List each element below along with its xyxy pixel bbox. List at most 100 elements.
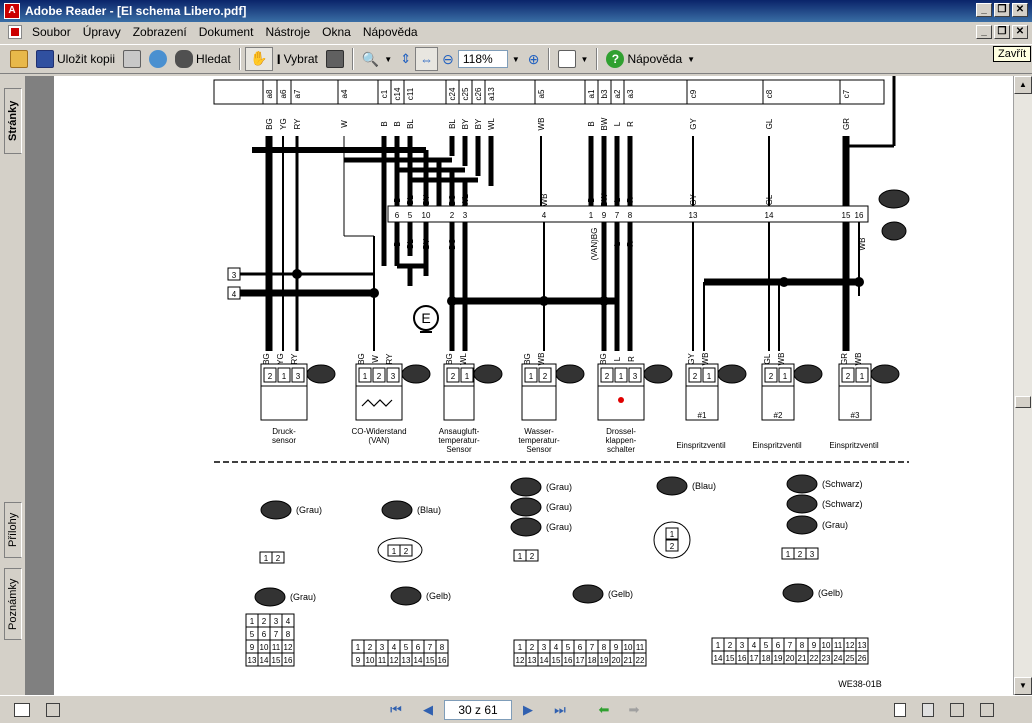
chevron-down-icon: ▼ bbox=[687, 54, 696, 64]
page-layout-icon[interactable] bbox=[14, 702, 30, 717]
document-view[interactable]: a8 BG a6 YG a7 RY a4 Wc1 Bc14 Bc11 BL c24 BL c25 BY c26… bbox=[26, 76, 1013, 695]
junction-dot bbox=[264, 288, 274, 298]
navigation-pane: Stránky Přílohy Poznámky bbox=[0, 76, 26, 695]
sensor-wire-label: GL bbox=[763, 353, 772, 364]
plug-pin-number: 1 bbox=[282, 372, 287, 381]
first-page-icon: ⏮ bbox=[390, 701, 402, 717]
continuous-view-icon[interactable] bbox=[922, 702, 934, 717]
connector-code-blob bbox=[786, 515, 818, 535]
sensor-name: Wasser- bbox=[524, 427, 554, 436]
zoom-in-tool-button[interactable]: 🔍 ▼ bbox=[358, 47, 396, 71]
mid-wire-label: BG bbox=[448, 238, 457, 250]
junction-dot bbox=[292, 269, 302, 279]
sensor-wire-label: RY bbox=[385, 353, 394, 365]
restore-button[interactable]: ❐ bbox=[994, 3, 1010, 17]
snapshot-button[interactable] bbox=[322, 47, 348, 71]
save-copy-button[interactable]: Uložit kopii bbox=[32, 47, 119, 71]
wire-color-label: R bbox=[626, 121, 635, 127]
pin-number: 10 bbox=[260, 643, 269, 652]
pin-number: 2 bbox=[798, 550, 803, 559]
scroll-down-button[interactable]: ▼ bbox=[1014, 677, 1032, 695]
single-page-view-icon[interactable] bbox=[894, 702, 906, 717]
status-bar: ⏮ ◀ 30 z 61 ▶ ⏭ ⬅ ➡ bbox=[0, 695, 1032, 723]
scroll-thumb[interactable] bbox=[1015, 396, 1031, 408]
ecu-pin-label: a1 bbox=[587, 89, 596, 98]
select-tool-button[interactable]: I Vybrat bbox=[273, 47, 322, 71]
last-page-button[interactable]: ⏭ bbox=[550, 700, 570, 720]
tab-comments[interactable]: Poznámky bbox=[4, 568, 22, 640]
connector-code-blob bbox=[717, 364, 747, 384]
zoom-out-button[interactable]: ⊖ bbox=[438, 47, 458, 71]
connector-color-label: (Grau) bbox=[822, 520, 848, 530]
pin-number: 20 bbox=[612, 656, 621, 665]
pin-number: 17 bbox=[750, 654, 759, 663]
pin-number: 6 bbox=[776, 641, 781, 650]
first-page-button[interactable]: ⏮ bbox=[386, 700, 406, 720]
sensor-name: schalter bbox=[607, 445, 635, 454]
pin-number: 13 bbox=[248, 656, 257, 665]
junction-dot bbox=[369, 288, 379, 298]
doc-minimize-button[interactable]: _ bbox=[976, 25, 992, 39]
menu-napoveda[interactable]: Nápověda bbox=[357, 25, 424, 39]
menu-nastroje[interactable]: Nástroje bbox=[259, 25, 316, 39]
sensor-name: Sensor bbox=[526, 445, 552, 454]
plug-pin-number: 2 bbox=[451, 372, 456, 381]
close-window-button[interactable]: ✕ bbox=[1012, 3, 1028, 17]
pin-number: 9 bbox=[614, 643, 619, 652]
options-icon[interactable] bbox=[46, 702, 60, 717]
pin-number: 2 bbox=[404, 547, 409, 556]
menu-soubor[interactable]: Soubor bbox=[26, 25, 77, 39]
junction-dot bbox=[539, 296, 549, 306]
tab-pages[interactable]: Stránky bbox=[4, 88, 22, 154]
zoom-input[interactable]: 118% bbox=[457, 50, 508, 68]
actual-size-button[interactable]: ⇕ bbox=[396, 47, 415, 71]
pin-number: 9 bbox=[812, 641, 817, 650]
connector-wire-label: GL bbox=[765, 194, 774, 205]
tab-attachments[interactable]: Přílohy bbox=[4, 502, 22, 558]
ecu-pin-label: c7 bbox=[842, 89, 851, 98]
zoom-in-button[interactable]: ⊕ bbox=[524, 47, 544, 71]
sensor-wire-label: BG bbox=[262, 353, 271, 365]
continuous-facing-view-icon[interactable] bbox=[980, 702, 994, 717]
facing-view-icon[interactable] bbox=[950, 702, 964, 717]
fit-width-button[interactable]: ⇔ bbox=[415, 47, 439, 71]
ecu-pin-label: c14 bbox=[393, 87, 402, 100]
email-button[interactable] bbox=[145, 47, 171, 71]
open-button[interactable] bbox=[6, 47, 32, 71]
find-button[interactable]: Hledat bbox=[171, 47, 235, 71]
menu-upravy[interactable]: Úpravy bbox=[77, 25, 127, 39]
page-number-input[interactable]: 30 z 61 bbox=[444, 699, 512, 720]
pin-number: 5 bbox=[566, 643, 571, 652]
go-forward-button[interactable]: ➡ bbox=[624, 700, 644, 720]
pin-number: 2 bbox=[368, 643, 373, 652]
pin-number: 2 bbox=[276, 554, 281, 563]
hand-tool-button[interactable]: ✋ bbox=[244, 47, 273, 71]
text-cursor-icon: I bbox=[276, 51, 281, 67]
print-button[interactable] bbox=[119, 47, 145, 71]
rotate-button[interactable]: ▼ bbox=[554, 47, 593, 71]
doc-restore-button[interactable]: ❐ bbox=[994, 25, 1010, 39]
plug-pin-number: 1 bbox=[707, 372, 712, 381]
pin-number: 22 bbox=[810, 654, 819, 663]
vertical-scrollbar[interactable]: ▲ ▼ bbox=[1013, 76, 1032, 695]
menu-okna[interactable]: Okna bbox=[316, 25, 357, 39]
connector-pin-number: 8 bbox=[628, 211, 633, 220]
menu-zobrazeni[interactable]: Zobrazení bbox=[127, 25, 193, 39]
ecu-pin-label: c11 bbox=[406, 87, 415, 100]
menu-dokument[interactable]: Dokument bbox=[193, 25, 260, 39]
plug-pin-number: 1 bbox=[465, 372, 470, 381]
previous-page-button[interactable]: ◀ bbox=[418, 700, 438, 720]
junction-dot bbox=[447, 296, 457, 306]
wire-color-label: BG bbox=[265, 118, 274, 130]
help-button[interactable]: ? Nápověda ▼ bbox=[602, 47, 699, 71]
doc-close-button[interactable]: ✕ bbox=[1012, 25, 1028, 39]
go-back-button[interactable]: ⬅ bbox=[594, 700, 614, 720]
next-page-button[interactable]: ▶ bbox=[518, 700, 538, 720]
scroll-up-button[interactable]: ▲ bbox=[1014, 76, 1032, 94]
back-arrow-icon: ⬅ bbox=[598, 701, 610, 717]
plug-pin-number: 2 bbox=[769, 372, 774, 381]
pin-number: 14 bbox=[714, 654, 723, 663]
document-icon[interactable] bbox=[8, 25, 22, 39]
zoom-dropdown-icon[interactable]: ▼ bbox=[512, 55, 520, 64]
minimize-button[interactable]: _ bbox=[976, 3, 992, 17]
